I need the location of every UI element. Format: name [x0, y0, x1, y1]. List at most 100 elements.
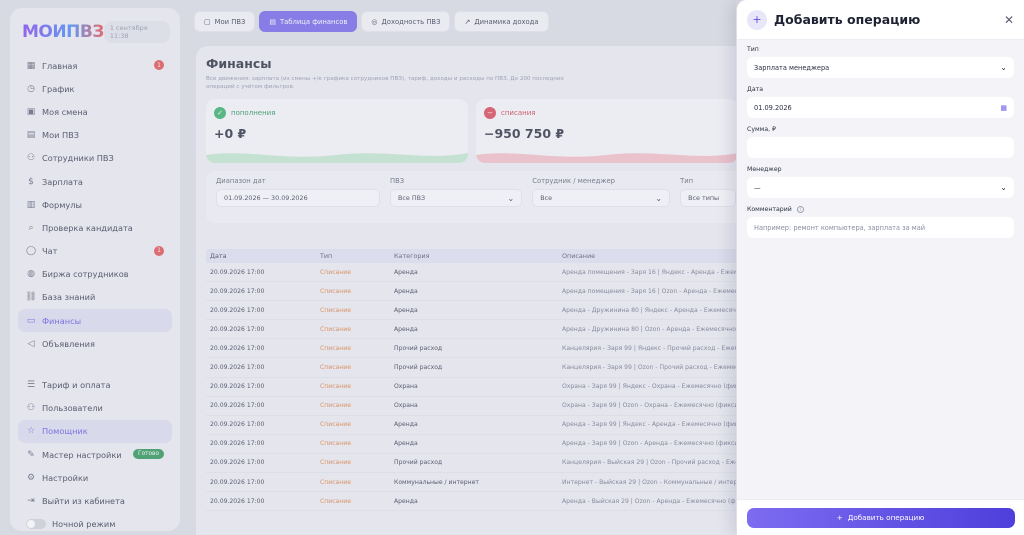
cell-type: Списание: [320, 497, 351, 505]
wallet-icon: ▭: [26, 315, 36, 326]
sidebar-item-proverka[interactable]: ⌕ Проверка кандидата: [18, 216, 172, 239]
date-field-input[interactable]: 01.09.2026 ▦: [747, 97, 1014, 118]
sum-field-label: Сумма, ₽: [747, 126, 776, 133]
table-row[interactable]: 20.09.2026 17:00 Списание Охрана Охрана - З…: [206, 378, 746, 397]
sidebar-item-pomoshnik[interactable]: ☆ Помощник: [18, 419, 172, 443]
cell-date: 20.09.2026 17:00: [210, 440, 265, 448]
col-description[interactable]: Описание: [562, 252, 746, 260]
sidebar-item-label: Помощник: [42, 426, 88, 437]
page-subtitle: Все движения: зарплата (из смены +/к гра…: [206, 76, 564, 90]
clock-icon: ◷: [27, 83, 35, 94]
sidebar-item-label: Объявления: [42, 338, 95, 349]
table-row[interactable]: 20.09.2026 17:00 Списание Аренда Аренда - З…: [206, 435, 746, 454]
cell-category: Прочий расход: [394, 459, 443, 467]
table-row[interactable]: 20.09.2026 17:00 Списание Охрана Охрана - З…: [206, 397, 746, 416]
cell-description: Аренда - Заря 99 | Яндекс - Аренда - Еже…: [562, 421, 746, 429]
minus-circle-icon: −: [484, 107, 496, 119]
employee-select[interactable]: Все ⌄: [532, 189, 671, 207]
sidebar-item-grafik[interactable]: ◷ График: [18, 77, 172, 100]
sidebar-item-sotrudniki[interactable]: ⚇ Сотрудники ПВЗ: [18, 147, 172, 170]
sidebar-item-moi-pvz[interactable]: ▤ Мои ПВЗ: [18, 124, 172, 147]
cell-category: Аренда: [394, 306, 418, 314]
cell-type: Списание: [320, 287, 351, 295]
chat-icon: ◯: [25, 246, 37, 257]
expense-value: −950 750 ₽: [484, 126, 565, 141]
sidebar-item-label: Финансы: [42, 315, 82, 326]
table-row[interactable]: 20.09.2026 17:00 Списание Коммунальные / и…: [206, 473, 746, 493]
sidebar-item-chat[interactable]: ◯ Чат 1: [18, 240, 172, 263]
table-row[interactable]: 20.09.2026 17:00 Списание Аренда Аренда - З…: [206, 416, 746, 435]
sidebar-item-moya-smena[interactable]: ▣ Моя смена: [18, 100, 172, 123]
sidebar-item-formuly[interactable]: ▥ Формулы: [18, 193, 172, 216]
table-row[interactable]: 20.09.2026 17:00 Списание Аренда Аренда - В…: [206, 492, 746, 512]
close-icon[interactable]: ✕: [1004, 13, 1014, 27]
sidebar-item-label: Главная: [42, 60, 78, 71]
table-row[interactable]: 20.09.2026 17:00 Списание Аренда Аренда пом…: [206, 263, 746, 283]
type-field-select[interactable]: Зарплата менеджера ⌄: [747, 57, 1014, 78]
expense-label: списания: [501, 109, 536, 117]
tab-1[interactable]: ▤ Таблица финансов: [259, 11, 358, 32]
comment-field-input[interactable]: Например: ремонт компьютера, зарплата за…: [747, 217, 1014, 238]
income-label: пополнения: [231, 109, 276, 117]
megaphone-icon: ◁: [27, 338, 35, 349]
sidebar-item-polzovateli[interactable]: ⚇ Пользователи: [18, 397, 172, 420]
tab-label: Таблица финансов: [279, 17, 348, 26]
date-range-input[interactable]: 01.09.2026 — 30.09.2026: [216, 189, 380, 207]
night-mode-toggle[interactable]: Ночной режим: [18, 513, 172, 535]
info-icon[interactable]: i: [796, 206, 804, 213]
tab-2[interactable]: ◎ Доходность ПВЗ: [361, 11, 451, 32]
sidebar-item-obyavleniya[interactable]: ◁ Объявления: [18, 332, 172, 355]
grid-icon: ▦: [26, 60, 36, 71]
app-logo[interactable]: МОИПВЗ: [22, 22, 104, 42]
sidebar-item-zarplata[interactable]: $ Зарплата: [18, 170, 172, 193]
calendar-icon[interactable]: ▦: [1000, 104, 1007, 112]
col-type[interactable]: Тип: [320, 252, 394, 260]
sidebar-item-nastroyki[interactable]: ⚙ Настройки: [18, 466, 172, 489]
sidebar-item-tarif[interactable]: ☰ Тариф и оплата: [18, 373, 172, 396]
sidebar-item-baza[interactable]: ⛓ База знаний: [18, 286, 172, 309]
table-row[interactable]: 20.09.2026 17:00 Списание Аренда Аренда - Д…: [206, 320, 746, 340]
type-select[interactable]: Все типы: [680, 189, 736, 207]
cell-description: Охрана - Заря 99 | Яндекс - Охрана - Еже…: [562, 383, 746, 391]
cell-description: Канцелярия - Выйская 29 | Ozon - Прочий …: [562, 459, 746, 467]
toggle-switch[interactable]: [26, 519, 46, 530]
cell-date: 20.09.2026 17:00: [210, 325, 265, 333]
sidebar-item-label: Настройки: [42, 472, 89, 483]
cell-date: 20.09.2026 17:00: [210, 459, 265, 467]
table-row[interactable]: 20.09.2026 17:00 Списание Прочий расход Кан…: [206, 454, 746, 474]
add-operation-button[interactable]: + Добавить операцию: [746, 507, 1015, 528]
sidebar-item-finansy[interactable]: ▭ Финансы: [18, 309, 172, 333]
table-body: 20.09.2026 17:00 Списание Аренда Аренда пом…: [206, 263, 746, 512]
col-category[interactable]: Категория: [394, 252, 562, 260]
calc-icon: ▥: [26, 199, 36, 210]
page-title: Финансы: [206, 56, 272, 71]
sidebar-item-vyiti[interactable]: ⇥ Выйти из кабинета: [18, 489, 172, 512]
cell-category: Охрана: [394, 402, 418, 410]
notification-badge: 1: [154, 60, 164, 70]
sidebar: МОИПВЗ 1 сентября 11:38 ▦ Главная 1 ◷ График…: [10, 8, 180, 531]
cell-category: Охрана: [394, 383, 418, 391]
cell-description: Охрана - Заря 99 | Ozon - Охрана - Ежеме…: [562, 402, 743, 410]
cell-category: Коммунальные / интернет: [394, 478, 479, 486]
sidebar-item-glavnaya[interactable]: ▦ Главная 1: [18, 54, 172, 77]
sidebar-item-master[interactable]: ✎ Мастер настройки Готово: [18, 443, 172, 466]
brand-row: МОИПВЗ 1 сентября 11:38: [18, 16, 172, 48]
sum-field-input[interactable]: [747, 137, 1014, 158]
table-row[interactable]: 20.09.2026 17:00 Списание Аренда Аренда - Д…: [206, 301, 746, 321]
col-date[interactable]: Дата: [206, 252, 320, 260]
table-row[interactable]: 20.09.2026 17:00 Списание Прочий расход Кан…: [206, 339, 746, 359]
table-row[interactable]: 20.09.2026 17:00 Списание Аренда Аренда пом…: [206, 282, 746, 302]
sidebar-item-label: Выйти из кабинета: [42, 495, 125, 506]
pvz-select[interactable]: Все ПВЗ ⌄: [389, 189, 523, 207]
tab-3[interactable]: ↗ Динамика дохода: [454, 11, 549, 32]
table-row[interactable]: 20.09.2026 17:00 Списание Прочий расход Кан…: [206, 358, 746, 378]
cell-type: Списание: [320, 306, 351, 314]
cell-date: 20.09.2026 17:00: [210, 268, 265, 276]
box-icon: ▢: [204, 17, 211, 26]
list-icon: ☰: [26, 380, 36, 391]
type-label: Тип: [680, 177, 694, 185]
sidebar-item-birzha[interactable]: ◍ Биржа сотрудников: [18, 263, 172, 286]
cell-date: 20.09.2026 17:00: [210, 497, 265, 505]
tab-0[interactable]: ▢ Мои ПВЗ: [194, 11, 256, 32]
manager-field-select[interactable]: — ⌄: [747, 177, 1014, 198]
